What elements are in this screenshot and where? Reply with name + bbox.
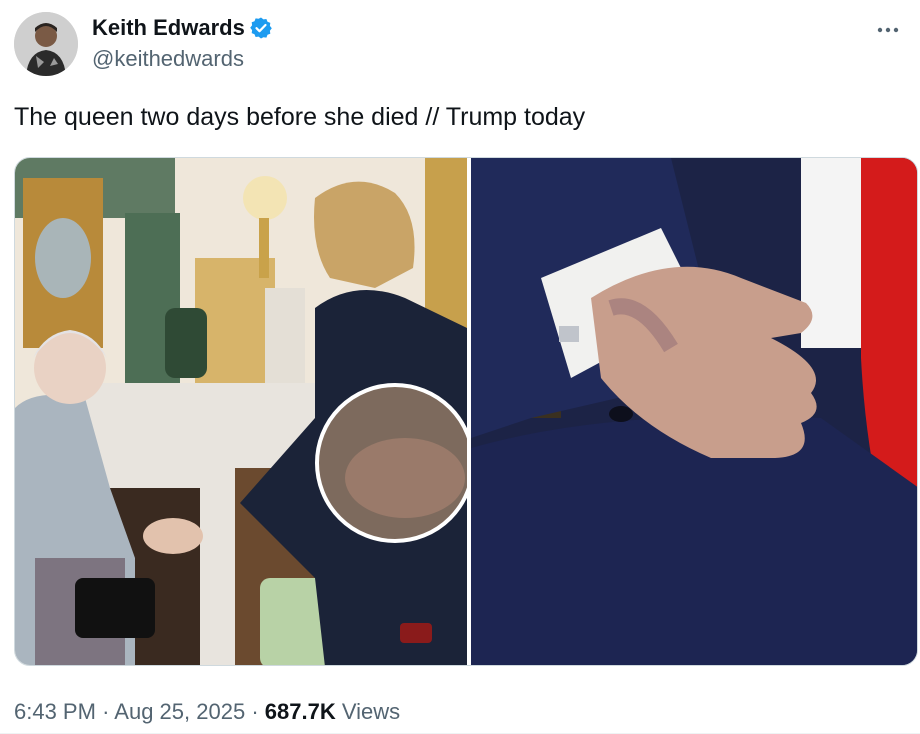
- meta-separator: ·: [102, 699, 110, 724]
- author-display-name[interactable]: Keith Edwards: [92, 14, 245, 42]
- tweet-text: The queen two days before she died // Tr…: [14, 103, 586, 131]
- tweet-meta: 6:43 PM · Aug 25, 2025 · 687.7K Views: [14, 697, 400, 727]
- meta-separator: ·: [251, 699, 259, 724]
- tweet-date[interactable]: Aug 25, 2025: [114, 699, 245, 724]
- views-label: Views: [341, 699, 401, 724]
- tweet-photo-1[interactable]: [15, 158, 467, 665]
- tweet-photo-2[interactable]: [471, 158, 917, 665]
- verified-badge-icon[interactable]: [249, 16, 273, 40]
- views-count: 687.7K: [264, 699, 336, 724]
- media-grid: [14, 157, 918, 666]
- author-handle[interactable]: @keithedwards: [92, 44, 273, 74]
- avatar[interactable]: [14, 12, 78, 76]
- tweet-header: Keith Edwards @keithedwards: [14, 12, 906, 76]
- tweet-time[interactable]: 6:43 PM: [14, 699, 96, 724]
- more-options-icon[interactable]: [870, 12, 906, 48]
